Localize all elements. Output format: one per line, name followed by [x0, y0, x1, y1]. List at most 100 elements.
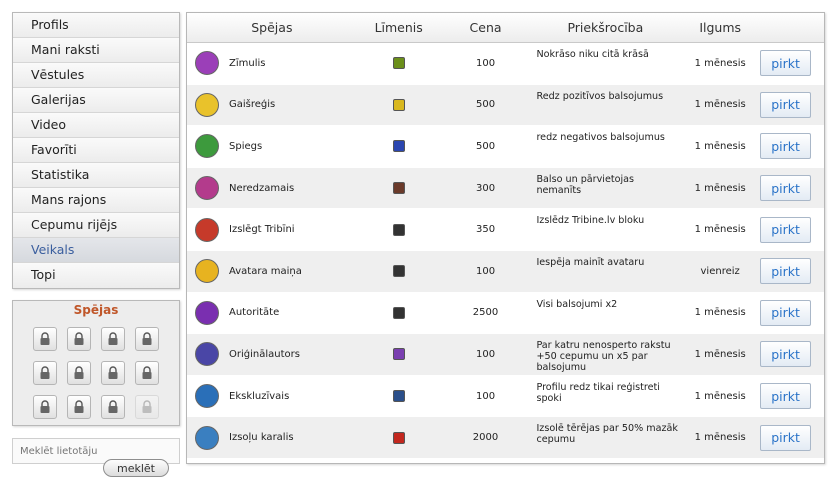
duration-cell: 1 mēnesis — [694, 390, 746, 402]
duration-cell: 1 mēnesis — [694, 140, 746, 152]
header-duration: Ilgums — [699, 20, 742, 35]
level-icon — [392, 265, 405, 278]
level-cell — [357, 223, 441, 236]
sidebar-item-profils[interactable]: Profils — [13, 13, 179, 38]
buy-button[interactable]: pirkt — [760, 91, 812, 118]
skill-name: Oriģinālautors — [229, 348, 300, 360]
locked-skill-slot[interactable] — [33, 395, 57, 419]
buy-button[interactable]: pirkt — [760, 133, 812, 160]
advantage-cell: redz negativos balsojumus — [536, 132, 665, 144]
locked-skill-slot[interactable] — [135, 361, 159, 385]
buy-cell: pirkt — [760, 50, 824, 77]
buy-button[interactable]: pirkt — [760, 216, 812, 243]
level-cell — [357, 140, 441, 153]
skill-cell: Autoritāte — [187, 300, 357, 325]
sidebar-item-galerijas[interactable]: Galerijas — [13, 88, 179, 113]
table-row: Gaišreģis 500 Redz pozitīvos balsojumus 1 m… — [187, 84, 824, 127]
skill-cell: Oriģinālautors — [187, 342, 357, 367]
level-cell — [357, 431, 441, 444]
buy-button[interactable]: pirkt — [760, 383, 812, 410]
buy-cell: pirkt — [760, 299, 824, 326]
search-button[interactable]: meklēt — [103, 459, 169, 477]
sidebar-item-favorīti[interactable]: Favorīti — [13, 138, 179, 163]
level-cell — [357, 390, 441, 403]
skill-cell: Avatara maiņa — [187, 259, 357, 284]
skill-cell: Gaišreģis — [187, 92, 357, 117]
skills-box-title: Spējas — [73, 303, 119, 317]
table-row: Autoritāte 2500 Visi balsojumi x2 1 mēnesis… — [187, 292, 824, 335]
level-cell — [357, 57, 441, 70]
buy-button[interactable]: pirkt — [760, 258, 812, 285]
locked-skill-slot[interactable] — [33, 361, 57, 385]
buy-cell: pirkt — [760, 216, 824, 243]
skill-name: Neredzamais — [229, 182, 295, 194]
sidebar-item-video[interactable]: Video — [13, 113, 179, 138]
price-cell: 100 — [475, 348, 496, 360]
skill-cell: Neredzamais — [187, 176, 357, 201]
locked-skill-slot[interactable] — [135, 395, 159, 419]
buy-button[interactable]: pirkt — [760, 341, 812, 368]
skill-name: Ekskluzīvais — [229, 390, 290, 402]
duration-cell: 1 mēnesis — [694, 99, 746, 111]
sidebar-item-mans-rajons[interactable]: Mans rajons — [13, 188, 179, 213]
lock-icon — [142, 366, 152, 379]
buy-cell: pirkt — [760, 91, 824, 118]
buy-button[interactable]: pirkt — [760, 424, 812, 451]
locked-skill-slot[interactable] — [135, 327, 159, 351]
price-cell: 100 — [475, 57, 496, 69]
advantage-cell: Visi balsojumi x2 — [536, 298, 618, 310]
duration-cell: 1 mēnesis — [694, 182, 746, 194]
duration-cell: 1 mēnesis — [694, 432, 746, 444]
level-cell — [357, 306, 441, 319]
sidebar-item-veikals[interactable]: Veikals — [13, 238, 179, 263]
locked-skill-slot[interactable] — [101, 395, 125, 419]
buy-cell: pirkt — [760, 175, 824, 202]
locked-skill-slot[interactable] — [67, 395, 91, 419]
advantage-cell: Balso un pārvietojas nemanīts — [536, 173, 635, 196]
lock-icon — [108, 400, 118, 413]
sidebar-item-topi[interactable]: Topi — [13, 263, 179, 288]
header-level: Līmenis — [374, 20, 423, 35]
lock-icon — [74, 332, 84, 345]
price-cell: 500 — [475, 140, 496, 152]
skill-cell: Izsoļu karalis — [187, 425, 357, 450]
level-icon — [392, 223, 405, 236]
duration-cell: 1 mēnesis — [694, 224, 746, 236]
table-row: Izsoļu karalis 2000 Izsolē tērējas par 50%… — [187, 417, 824, 459]
buy-cell: pirkt — [760, 258, 824, 285]
duration-cell: 1 mēnesis — [694, 57, 746, 69]
locked-skill-slot[interactable] — [33, 327, 57, 351]
skill-cell: Zīmulis — [187, 51, 357, 76]
advantage-cell: Profilu redz tikai reģistreti spoki — [536, 381, 660, 404]
buy-button[interactable]: pirkt — [760, 299, 812, 326]
lock-icon — [108, 332, 118, 345]
skill-name: Gaišreģis — [229, 99, 276, 111]
level-icon — [392, 390, 405, 403]
buy-cell: pirkt — [760, 341, 824, 368]
advantage-cell: Izslēdz Tribine.lv bloku — [536, 215, 645, 227]
skill-cell: Ekskluzīvais — [187, 384, 357, 409]
buy-cell: pirkt — [760, 424, 824, 451]
price-cell: 350 — [475, 224, 496, 236]
sidebar-item-vēstules[interactable]: Vēstules — [13, 63, 179, 88]
eye-icon — [195, 384, 219, 409]
locked-skill-slot[interactable] — [101, 327, 125, 351]
level-icon — [392, 57, 405, 70]
table-row: Ekskluzīvais 100 Profilu redz tikai reģist… — [187, 375, 824, 418]
lock-icon — [142, 400, 152, 413]
ghost-icon — [195, 176, 219, 201]
sidebar: Profils Mani raksti Vēstules Galerijas Video… — [12, 12, 180, 464]
locked-skill-slot[interactable] — [101, 361, 125, 385]
lock-icon — [40, 366, 50, 379]
sidebar-item-cepumu-rijējs[interactable]: Cepumu rijējs — [13, 213, 179, 238]
locked-skill-slot[interactable] — [67, 361, 91, 385]
tribune-off-icon — [195, 217, 219, 242]
buy-button[interactable]: pirkt — [760, 50, 812, 77]
sidebar-item-mani-raksti[interactable]: Mani raksti — [13, 38, 179, 63]
table-row: Avatara maiņa 100 Iespēja mainīt avataru vi… — [187, 250, 824, 293]
sidebar-item-statistika[interactable]: Statistika — [13, 163, 179, 188]
skill-name: Autoritāte — [229, 307, 280, 319]
table-row: Neredzamais 300 Balso un pārvietojas neman… — [187, 167, 824, 210]
buy-button[interactable]: pirkt — [760, 175, 812, 202]
locked-skill-slot[interactable] — [67, 327, 91, 351]
